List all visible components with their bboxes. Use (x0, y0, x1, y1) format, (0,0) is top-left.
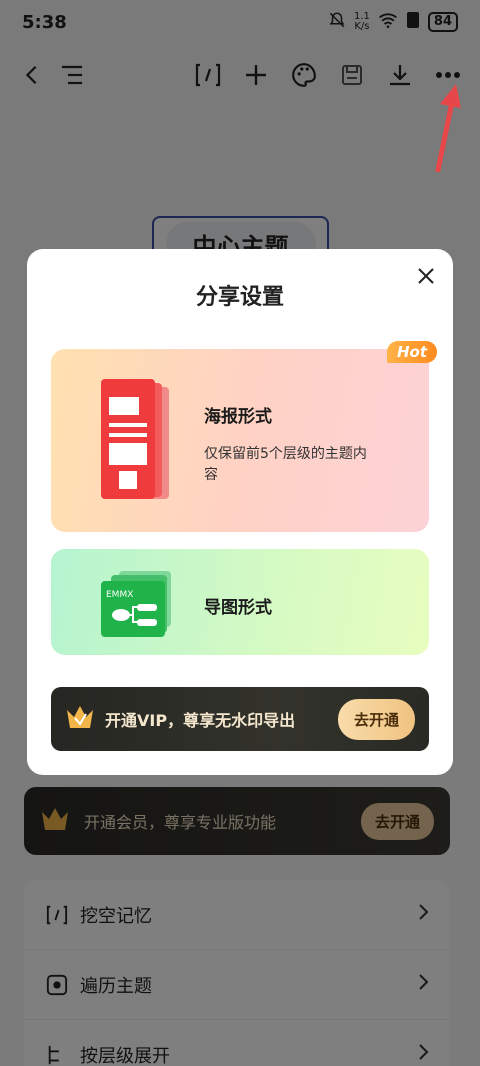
mindmap-thumbnail-icon: EMMX (101, 569, 173, 641)
vip-banner-text: 开通VIP，尊享无水印导出 (105, 711, 296, 730)
hot-badge: Hot (386, 341, 437, 363)
vip-open-button[interactable]: 去开通 (337, 698, 415, 740)
poster-thumbnail-icon (101, 379, 171, 507)
poster-format-option[interactable]: Hot 海报形式 仅保留前5个层级的主题内容 (51, 341, 437, 532)
share-settings-dialog: 分享设置 Hot 海报形式 仅保留前5个层级的主题内容 EMMX 导图形式 开通… (27, 249, 453, 775)
mindmap-format-title: 导图形式 (204, 598, 272, 618)
poster-format-title: 海报形式 (204, 407, 272, 427)
mindmap-format-option[interactable]: EMMX 导图形式 (51, 549, 429, 655)
annotation-arrow-icon (430, 82, 464, 176)
crown-icon (65, 704, 95, 734)
svg-text:EMMX: EMMX (106, 590, 133, 600)
vip-watermark-banner[interactable]: 开通VIP，尊享无水印导出 去开通 (51, 687, 429, 751)
close-icon[interactable] (413, 263, 439, 289)
dialog-title: 分享设置 (195, 285, 284, 310)
poster-format-description: 仅保留前5个层级的主题内容 (204, 446, 367, 483)
